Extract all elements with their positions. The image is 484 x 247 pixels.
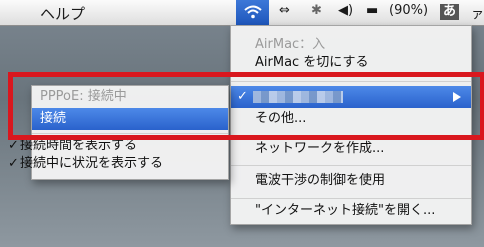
separator xyxy=(231,81,471,82)
connect-label: 接続 xyxy=(40,111,67,126)
checkmark-icon: ✓ xyxy=(237,89,248,104)
separator xyxy=(231,165,471,166)
open-internet-connect-item[interactable]: "インターネット接続"を開く... xyxy=(231,200,471,222)
wifi-icon xyxy=(244,5,262,19)
submenu-arrow-icon xyxy=(453,92,461,102)
open-internet-connect-label: "インターネット接続"を開く... xyxy=(255,203,436,218)
interference-label: 電波干渉の制御を使用 xyxy=(255,173,386,188)
network-name-blurred xyxy=(253,91,343,103)
input-method-indicator[interactable]: あ xyxy=(440,4,460,20)
battery-percentage[interactable]: (90%) xyxy=(389,3,428,18)
interference-item[interactable]: 電波干渉の制御を使用 xyxy=(231,170,471,192)
menu-help[interactable]: ヘルプ xyxy=(40,3,85,24)
create-network-item[interactable]: ネットワークを作成... xyxy=(231,138,471,160)
pppoe-status-label: PPPoE: 接続中 xyxy=(40,89,127,104)
separator xyxy=(32,133,228,134)
other-network-label: その他... xyxy=(255,111,307,126)
network-item-selected[interactable]: ✓ xyxy=(231,86,471,108)
airmac-menu: AirMac：入 AirMac を切にする ✓ その他... ネットワークを作成… xyxy=(230,25,472,225)
network-arrows-icon[interactable]: ⇔ xyxy=(279,3,290,18)
airmac-toggle-label: AirMac を切にする xyxy=(255,55,369,70)
battery-icon[interactable]: ▬ xyxy=(366,3,378,18)
airmac-menubar-button[interactable] xyxy=(236,0,269,25)
show-status-label: 接続中に状況を表示する xyxy=(20,156,164,171)
menubar-trailing-item[interactable]: ァ xyxy=(471,3,484,22)
airmac-toggle-item[interactable]: AirMac を切にする xyxy=(231,52,471,74)
separator xyxy=(231,198,471,199)
bluetooth-icon[interactable]: ✱ xyxy=(311,3,322,18)
pppoe-submenu: PPPoE: 接続中 接続 ✓ 接続時間を表示する ✓ 接続中に状況を表示する xyxy=(8,85,229,180)
pppoe-status: PPPoE: 接続中 xyxy=(32,86,228,108)
menu-bar: ヘルプ ⇔ ✱ ◀) ▬ (90%) あ ァ xyxy=(0,0,484,26)
connect-item[interactable]: 接続 xyxy=(32,108,228,130)
checkmark-icon: ✓ xyxy=(8,156,19,171)
volume-icon[interactable]: ◀) xyxy=(338,3,353,18)
show-status-item[interactable]: ✓ 接続中に状況を表示する xyxy=(8,153,228,175)
other-network-item[interactable]: その他... xyxy=(231,108,471,130)
create-network-label: ネットワークを作成... xyxy=(255,141,385,156)
